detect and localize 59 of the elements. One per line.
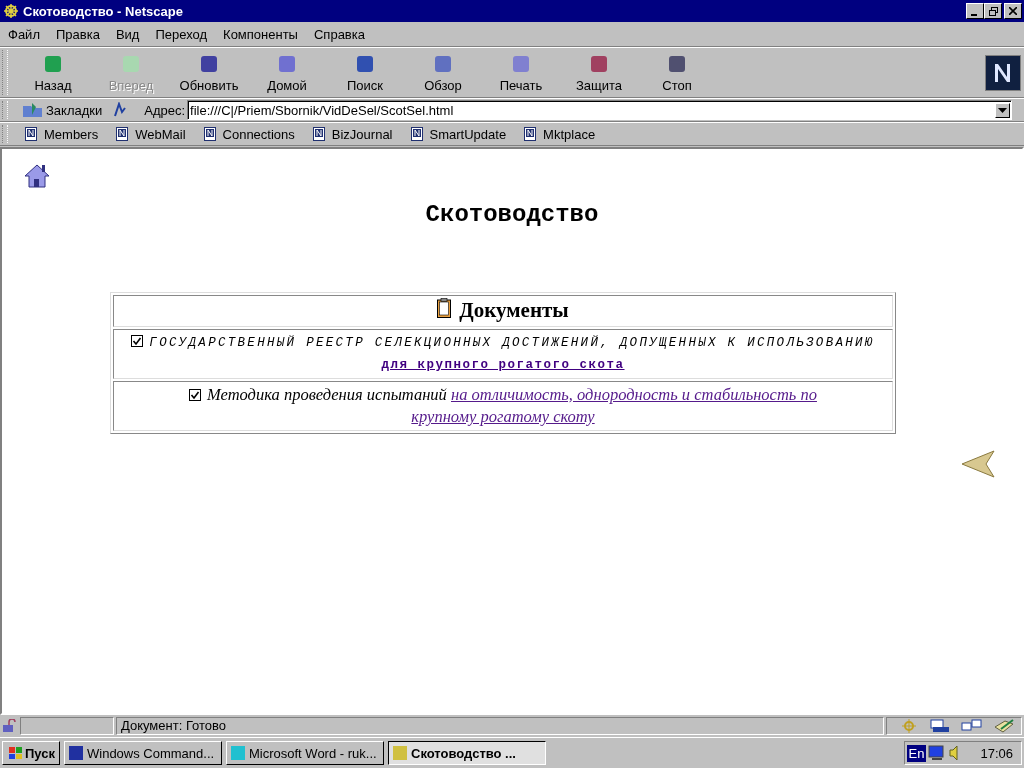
taskbar-button[interactable]: Windows Command... [64, 741, 222, 765]
close-button[interactable] [1004, 3, 1022, 19]
toolbar-button[interactable]: Печать [482, 50, 560, 95]
n-page-icon [116, 127, 129, 141]
clock: 17:06 [980, 745, 1013, 761]
restore-button[interactable] [984, 3, 1002, 19]
start-button[interactable]: Пуск [2, 741, 60, 765]
restore-icon [988, 7, 998, 16]
toolbar-button[interactable]: Стоп [638, 50, 716, 95]
toolbar-button[interactable]: Обзор [404, 50, 482, 95]
page-title: Скотоводство [425, 201, 599, 228]
toolbar-button[interactable]: Назад [14, 50, 92, 95]
bookmark-button[interactable]: WebMail [116, 126, 186, 142]
table-heading: Документы [459, 298, 569, 322]
monitor-icon[interactable] [928, 745, 947, 761]
bookmark-button[interactable]: BizJournal [312, 126, 393, 142]
toolbar-button[interactable]: Поиск [326, 50, 404, 95]
menu-item[interactable]: Справка [313, 26, 365, 42]
unlocked-padlock-icon [2, 719, 18, 733]
mail-tray-icon[interactable] [929, 719, 951, 733]
status-text: Документ: Готово [116, 717, 884, 735]
taskbar-button[interactable]: Microsoft Word - ruk... [226, 741, 384, 765]
checkbox-icon [131, 335, 144, 347]
n-page-icon [524, 127, 537, 141]
n-page-icon [312, 127, 325, 141]
document-link[interactable]: для крупного рогатого скота [381, 354, 625, 376]
document-link[interactable]: на отличимость, однородность и стабильность по [451, 385, 817, 404]
bookmarks-button[interactable]: Закладки [14, 102, 109, 118]
document-link[interactable]: крупному рогатому скоту [411, 407, 595, 426]
pen-paper-icon[interactable] [993, 719, 1015, 733]
window-title: Скотоводство - Netscape [23, 3, 184, 19]
bookmark-folder-icon [22, 102, 44, 118]
n-logo [985, 54, 1021, 91]
toolbar-button[interactable]: Защита [560, 50, 638, 95]
address-label: Адрес: [144, 102, 186, 118]
bookmark-button[interactable]: SmartUpdate [410, 126, 507, 142]
toolbar-button[interactable]: Обновить [170, 50, 248, 95]
menu-item[interactable]: Файл [8, 26, 40, 42]
close-icon [1009, 7, 1017, 15]
menu-item[interactable]: Правка [55, 26, 100, 42]
menu-item[interactable]: Переход [155, 26, 208, 42]
checkbox-icon [189, 389, 202, 401]
menu-item[interactable]: Вид [115, 26, 140, 42]
document-entry: Методика проведения испытаний на отличимость, однородность и стабильность по крупному рогатому скоту [189, 384, 817, 428]
bookmark-button[interactable]: Members [25, 126, 99, 142]
address-field[interactable]: file:///C|/Priem/Sbornik/VidDeSel/ScotSel.html [187, 100, 1012, 120]
windows-flag-icon [7, 746, 23, 760]
document-entry: ГОСУДАРСТВЕННЫЙ РЕЕСТР СЕЛЕКЦИОННЫХ ДОСТИЖЕНИЙ, ДОПУЩЕННЫХ К ИСПОЛЬЗОВАНИЮ для крупного рогатого скота [131, 332, 875, 376]
n-page-icon [25, 127, 37, 141]
menu-item[interactable]: Компоненты [223, 26, 298, 42]
chat-bubbles-icon[interactable] [961, 719, 983, 733]
language-indicator[interactable]: En [906, 744, 927, 762]
minimize-button[interactable] [966, 3, 984, 19]
n-page-icon [203, 127, 216, 141]
bookmark-button[interactable]: Mktplace [524, 126, 596, 142]
taskbar-button[interactable]: Скотоводство ... [388, 741, 546, 765]
n-page-icon [410, 127, 423, 141]
toolbar-button[interactable]: Домой [248, 50, 326, 95]
bookmark-button[interactable]: Connections [203, 126, 295, 142]
